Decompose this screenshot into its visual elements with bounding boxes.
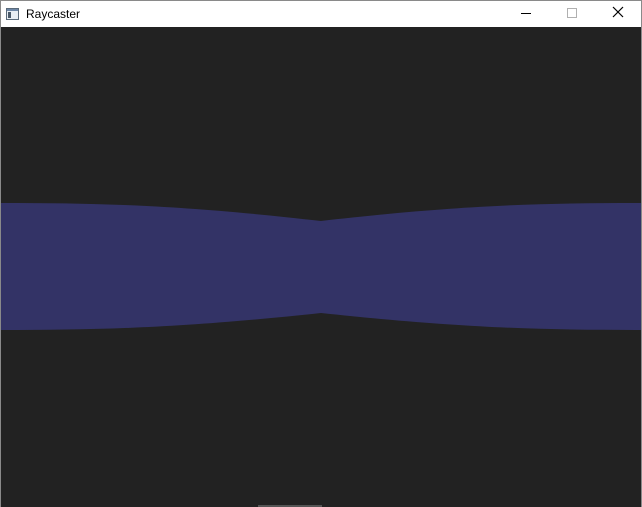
minimize-icon (521, 5, 531, 23)
wall-slice (1, 203, 641, 330)
maximize-icon (567, 5, 577, 23)
maximize-button[interactable] (549, 1, 595, 27)
app-window: Raycaster (0, 0, 642, 507)
scene-canvas (1, 27, 641, 507)
app-window-icon (6, 7, 19, 20)
title-bar[interactable]: Raycaster (1, 1, 641, 27)
window-title: Raycaster (26, 7, 81, 21)
close-button[interactable] (595, 1, 641, 27)
raycaster-viewport[interactable] (1, 27, 641, 507)
minimize-button[interactable] (503, 1, 549, 27)
close-icon (612, 5, 624, 23)
